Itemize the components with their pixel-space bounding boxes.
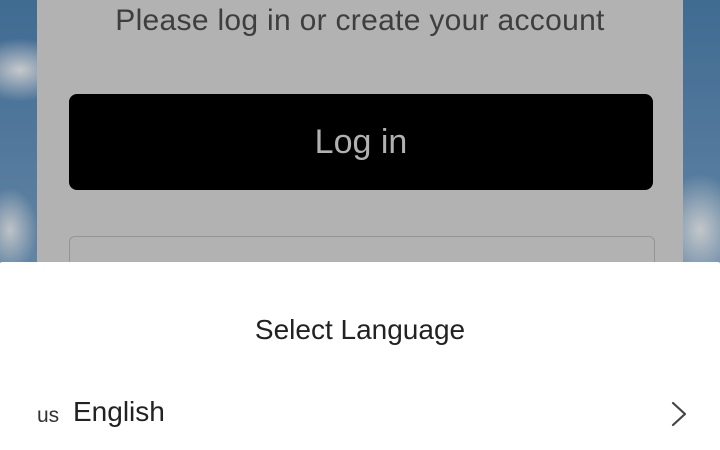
sheet-title: Select Language [254, 314, 466, 345]
language-code: us [37, 404, 60, 427]
language-label: English [73, 396, 165, 427]
chevron-right-icon [671, 401, 687, 427]
language-bottom-sheet: Select Language us English [0, 262, 720, 450]
language-option-english[interactable]: us English [0, 384, 720, 444]
